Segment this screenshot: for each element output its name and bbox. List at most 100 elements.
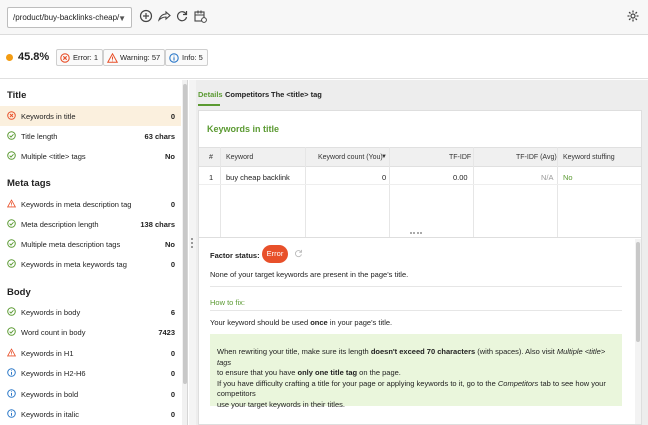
factor-label: Word count in body (21, 328, 86, 337)
factor-label: Keywords in H2-H6 (21, 369, 86, 378)
factor-keywords-in-h2-h6[interactable]: Keywords in H2-H6 0 (0, 363, 181, 383)
url-value: /product/buy-backlinks-cheap/ (13, 13, 120, 22)
tab-competitors[interactable]: Competitors (225, 90, 269, 99)
cell-keyword-stuffing: No (563, 173, 573, 182)
section-title-title: Title (7, 90, 27, 101)
error-count-button[interactable]: Error: 1 (56, 49, 104, 66)
calendar-icon[interactable] (193, 9, 207, 23)
refresh-icon[interactable] (175, 9, 189, 23)
check-icon (7, 219, 16, 228)
tip-box: When rewriting your title, make sure its… (210, 334, 622, 409)
factor-value: 6 (170, 308, 175, 317)
tip-line: to ensure that you have only one title t… (217, 368, 401, 377)
factor-status-label: Factor status: (210, 251, 260, 260)
gear-icon[interactable] (626, 9, 640, 23)
status-badge: Error (262, 245, 288, 263)
factor-message: None of your target keywords are present… (210, 270, 409, 279)
divider (210, 310, 622, 311)
share-icon[interactable] (157, 9, 171, 23)
factor-meta-description-length[interactable]: Meta description length 138 chars (0, 214, 181, 234)
score-dot (6, 54, 13, 61)
col-tfidf[interactable]: TF-IDF (449, 154, 471, 161)
factor-value: 0 (170, 349, 175, 358)
col-keyword-count[interactable]: Keyword count (You) (318, 154, 383, 161)
add-icon[interactable] (139, 9, 153, 23)
col-number[interactable]: # (209, 154, 213, 161)
scrollbar-thumb[interactable] (636, 242, 640, 342)
active-tab-indicator (198, 104, 220, 106)
factor-value: 0 (170, 260, 175, 269)
factor-value: 0 (170, 200, 175, 209)
section-title-meta-tags: Meta tags (7, 178, 51, 189)
factor-title-length[interactable]: Title length 63 chars (0, 126, 181, 146)
splitter-grip[interactable] (410, 232, 422, 234)
info-count: Info: 5 (182, 53, 203, 62)
recheck-icon[interactable] (294, 249, 303, 258)
factor-keywords-in-h1[interactable]: Keywords in H1 0 (0, 343, 181, 363)
tab-title-tag[interactable]: The <title> tag (271, 90, 322, 99)
factor-keywords-in-meta-description[interactable]: Keywords in meta description tag 0 (0, 194, 181, 214)
factor-multiple-meta-description-tags[interactable]: Multiple meta description tags No (0, 234, 181, 254)
table-row[interactable]: 1 buy cheap backlink 0 0.00 N/A No (199, 167, 641, 185)
divider (210, 286, 622, 287)
table-header: # Keyword Keyword count (You) ▼ TF-IDF T… (199, 147, 641, 167)
factor-label: Keywords in body (21, 308, 81, 317)
panel-splitter[interactable] (189, 80, 196, 425)
col-keyword-stuffing[interactable]: Keyword stuffing (563, 154, 615, 161)
factor-status-card: Factor status: Error None of your target… (198, 237, 642, 425)
splitter-grip[interactable] (191, 238, 193, 248)
info-icon (7, 368, 16, 377)
col-tfidf-avg[interactable]: TF-IDF (Avg) (516, 154, 557, 161)
cell-tfidf: 0.00 (453, 173, 468, 182)
tip-line: If you have difficulty crafting a title … (217, 378, 606, 399)
tip-line: When rewriting your title, make sure its… (217, 347, 606, 367)
card-title: Keywords in title (207, 124, 280, 134)
factor-value: 7423 (158, 328, 175, 337)
how-to-fix-label: How to fix: (210, 298, 246, 307)
error-icon (60, 53, 70, 63)
factor-keywords-in-body[interactable]: Keywords in body 6 (0, 302, 181, 322)
tab-details[interactable]: Details (198, 90, 223, 99)
factor-multiple-title-tags[interactable]: Multiple <title> tags No (0, 146, 181, 166)
error-count: Error: 1 (73, 53, 99, 62)
check-icon (7, 327, 16, 336)
factor-label: Keywords in meta keywords tag (21, 260, 127, 269)
factor-label: Keywords in bold (21, 390, 79, 399)
factor-keywords-in-title[interactable]: Keywords in title 0 (0, 106, 181, 126)
info-icon (169, 53, 179, 63)
info-count-button[interactable]: Info: 5 (165, 49, 208, 66)
info-icon (7, 389, 16, 398)
warning-icon (7, 348, 16, 357)
error-icon (7, 111, 16, 120)
sidebar-scrollbar[interactable] (182, 80, 187, 425)
section-title-body: Body (7, 287, 31, 298)
warning-count-button[interactable]: Warning: 57 (103, 49, 166, 66)
factor-keywords-in-meta-keywords[interactable]: Keywords in meta keywords tag 0 (0, 254, 181, 274)
factor-label: Multiple <title> tags (21, 152, 86, 161)
info-icon (7, 409, 16, 418)
warning-icon (7, 199, 16, 208)
factor-keywords-in-bold[interactable]: Keywords in bold 0 (0, 384, 181, 404)
chevron-down-icon: ▼ (118, 14, 126, 23)
check-icon (7, 239, 16, 248)
horizontal-splitter[interactable] (198, 230, 642, 236)
cell-keyword: buy cheap backlink (226, 173, 290, 182)
url-dropdown[interactable]: /product/buy-backlinks-cheap/ ▼ (7, 7, 132, 28)
factor-value: No (165, 240, 175, 249)
factor-keywords-in-italic[interactable]: Keywords in italic 0 (0, 404, 181, 424)
toolbar: /product/buy-backlinks-cheap/ ▼ (0, 0, 648, 35)
factor-value: 0 (170, 410, 175, 419)
warning-count: Warning: 57 (120, 53, 161, 62)
details-tabs: Details Competitors The <title> tag (196, 80, 648, 108)
factor-label: Keywords in meta description tag (21, 200, 132, 209)
factors-sidebar: Title Keywords in title 0 Title length 6… (0, 80, 188, 425)
factor-label: Meta description length (21, 220, 99, 229)
factor-value: 0 (170, 390, 175, 399)
scrollbar-thumb[interactable] (183, 84, 187, 384)
details-scrollbar[interactable] (635, 239, 641, 424)
competitors-link[interactable]: Competitors (498, 379, 538, 388)
factor-word-count-in-body[interactable]: Word count in body 7423 (0, 322, 181, 342)
col-keyword[interactable]: Keyword (226, 154, 253, 161)
factor-label: Keywords in italic (21, 410, 79, 419)
factor-label: Keywords in title (21, 112, 76, 121)
